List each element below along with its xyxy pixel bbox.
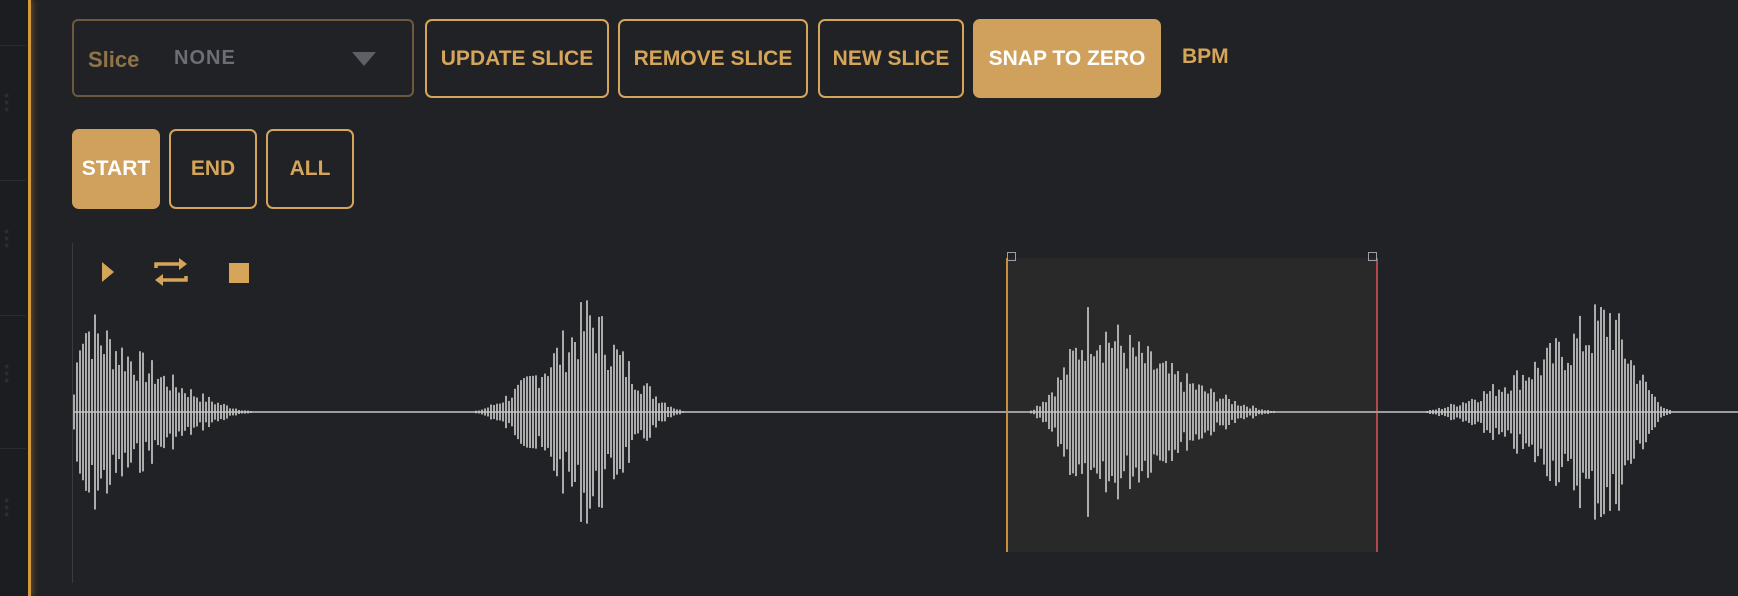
loop-icon[interactable] (150, 256, 192, 288)
stop-icon[interactable] (228, 262, 250, 284)
snap-to-zero-button[interactable]: SNAP TO ZERO (973, 19, 1161, 98)
end-mode-button[interactable]: END (169, 129, 257, 209)
slice-select[interactable]: Slice NONE (72, 19, 414, 97)
waveform-area[interactable] (72, 243, 1738, 583)
play-icon[interactable] (98, 257, 118, 287)
selection-end-handle[interactable] (1368, 252, 1377, 261)
all-mode-button[interactable]: ALL (266, 129, 354, 209)
rail-grip-icon: ● ● ● (4, 361, 11, 385)
new-slice-button[interactable]: NEW SLICE (818, 19, 964, 98)
left-rail: ● ● ● ● ● ● ● ● ● ● ● ● (0, 0, 31, 596)
bpm-button[interactable]: BPM (1182, 45, 1229, 69)
rail-divider (0, 448, 26, 449)
remove-slice-button[interactable]: REMOVE SLICE (618, 19, 808, 98)
rail-grip-icon: ● ● ● (4, 226, 11, 250)
slice-selection[interactable] (1006, 252, 1378, 552)
rail-divider (0, 315, 26, 316)
selection-start-handle[interactable] (1007, 252, 1016, 261)
rail-grip-icon: ● ● ● (4, 90, 11, 114)
start-mode-button[interactable]: START (72, 129, 160, 209)
rail-grip-icon: ● ● ● (4, 495, 11, 519)
rail-divider (0, 180, 26, 181)
rail-divider (0, 45, 26, 46)
slice-label: Slice (88, 47, 140, 72)
slice-value: NONE (174, 47, 236, 69)
waveform-left-edge (72, 243, 73, 583)
chevron-down-icon[interactable] (352, 52, 376, 66)
update-slice-button[interactable]: UPDATE SLICE (425, 19, 609, 98)
